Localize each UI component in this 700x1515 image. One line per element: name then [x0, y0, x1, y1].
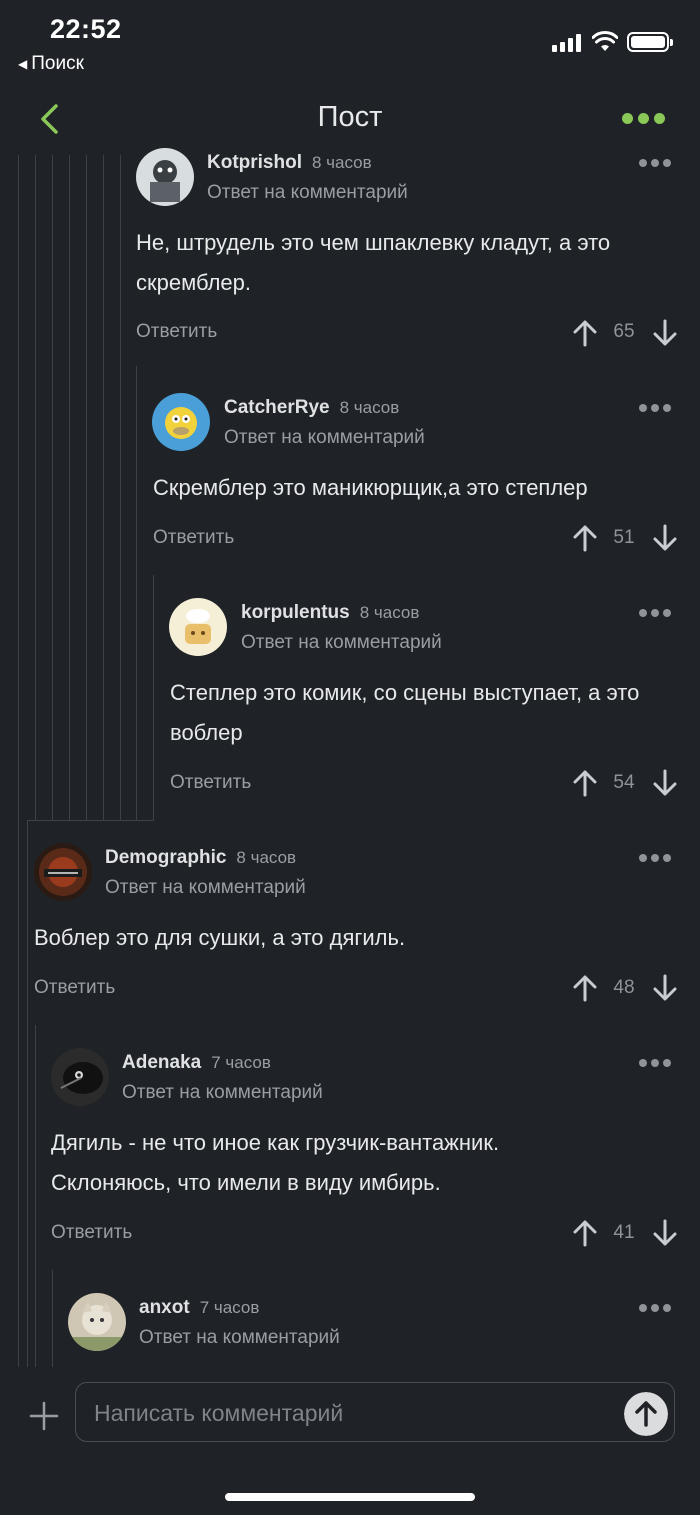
- comment-more-icon[interactable]: [639, 854, 671, 862]
- wifi-icon: [592, 31, 618, 51]
- send-arrow-icon[interactable]: [624, 1392, 668, 1436]
- comment-input[interactable]: [92, 1393, 616, 1433]
- reply-note: Ответ на комментарий: [207, 182, 408, 203]
- comment-time: 8 часов: [236, 848, 297, 867]
- reply-note: Ответ на комментарий: [122, 1082, 323, 1103]
- reply-note: Ответ на комментарий: [241, 632, 442, 653]
- username[interactable]: Kotprishol 8 часов: [207, 152, 372, 174]
- page-title: Пост: [317, 101, 383, 133]
- status-time: 22:52: [50, 14, 122, 44]
- back-triangle-icon: ◀: [18, 57, 28, 71]
- comment-time: 7 часов: [199, 1298, 260, 1317]
- avatar[interactable]: [51, 1048, 109, 1106]
- comment-text: Не, штрудель это чем шпаклевку кладут, а…: [136, 230, 611, 295]
- downvote-arrow-icon[interactable]: [651, 1218, 679, 1248]
- back-app-label: Поиск: [31, 53, 84, 74]
- avatar[interactable]: [136, 148, 194, 206]
- reply-note: Ответ на комментарий: [105, 877, 306, 898]
- avatar[interactable]: [152, 393, 210, 451]
- comment-score: 48: [613, 977, 635, 998]
- avatar[interactable]: [169, 598, 227, 656]
- reply-button[interactable]: Ответить: [136, 321, 217, 343]
- comment-score: 65: [613, 321, 635, 342]
- more-options-icon[interactable]: [622, 113, 665, 124]
- comment-time: 8 часов: [312, 153, 372, 172]
- upvote-arrow-icon[interactable]: [571, 318, 599, 348]
- avatar[interactable]: [68, 1293, 126, 1351]
- comment-more-icon[interactable]: [639, 159, 671, 167]
- downvote-arrow-icon[interactable]: [651, 768, 679, 798]
- home-indicator: [225, 1493, 475, 1501]
- comment-time: 8 часов: [339, 398, 400, 417]
- username[interactable]: anxot 7 часов: [139, 1297, 259, 1319]
- upvote-arrow-icon[interactable]: [571, 768, 599, 798]
- upvote-arrow-icon[interactable]: [571, 973, 599, 1003]
- comment-text: Скремблер это маникюрщик,а это степлер: [153, 475, 588, 500]
- cellular-signal-icon: [552, 34, 581, 52]
- comment-input-box: [75, 1382, 675, 1442]
- username[interactable]: Adenaka 7 часов: [122, 1052, 271, 1074]
- reply-button[interactable]: Ответить: [153, 527, 234, 549]
- comment-score: 51: [613, 527, 635, 548]
- comment-text: Дягиль - не что иное как грузчик-вантажн…: [51, 1130, 500, 1195]
- comment-score: 41: [613, 1222, 635, 1243]
- comment-time: 8 часов: [359, 603, 420, 622]
- battery-icon: [627, 32, 673, 52]
- plus-icon[interactable]: [28, 1400, 60, 1432]
- upvote-arrow-icon[interactable]: [571, 1218, 599, 1248]
- comment-text: Воблер это для сушки, а это дягиль.: [34, 925, 406, 950]
- avatar[interactable]: [34, 843, 92, 901]
- username[interactable]: Demographic 8 часов: [105, 847, 296, 869]
- upvote-arrow-icon[interactable]: [571, 523, 599, 553]
- comment-more-icon[interactable]: [639, 1059, 671, 1067]
- comment-more-icon[interactable]: [639, 609, 671, 617]
- comment-more-icon[interactable]: [639, 404, 671, 412]
- downvote-arrow-icon[interactable]: [651, 973, 679, 1003]
- comment-more-icon[interactable]: [639, 1304, 671, 1312]
- reply-button[interactable]: Ответить: [34, 977, 115, 999]
- back-to-app[interactable]: ◀ Поиск: [18, 53, 84, 75]
- comment-time: 7 часов: [211, 1053, 271, 1072]
- reply-note: Ответ на комментарий: [139, 1327, 340, 1348]
- comment-score: 54: [613, 772, 635, 793]
- reply-note: Ответ на комментарий: [224, 427, 425, 448]
- reply-button[interactable]: Ответить: [170, 772, 251, 794]
- username[interactable]: korpulentus 8 часов: [241, 602, 419, 624]
- comment-text: Степлер это комик, со сцены выступает, а…: [170, 680, 640, 745]
- username[interactable]: CatcherRye 8 часов: [224, 397, 399, 419]
- downvote-arrow-icon[interactable]: [651, 523, 679, 553]
- downvote-arrow-icon[interactable]: [651, 318, 679, 348]
- reply-button[interactable]: Ответить: [51, 1222, 132, 1244]
